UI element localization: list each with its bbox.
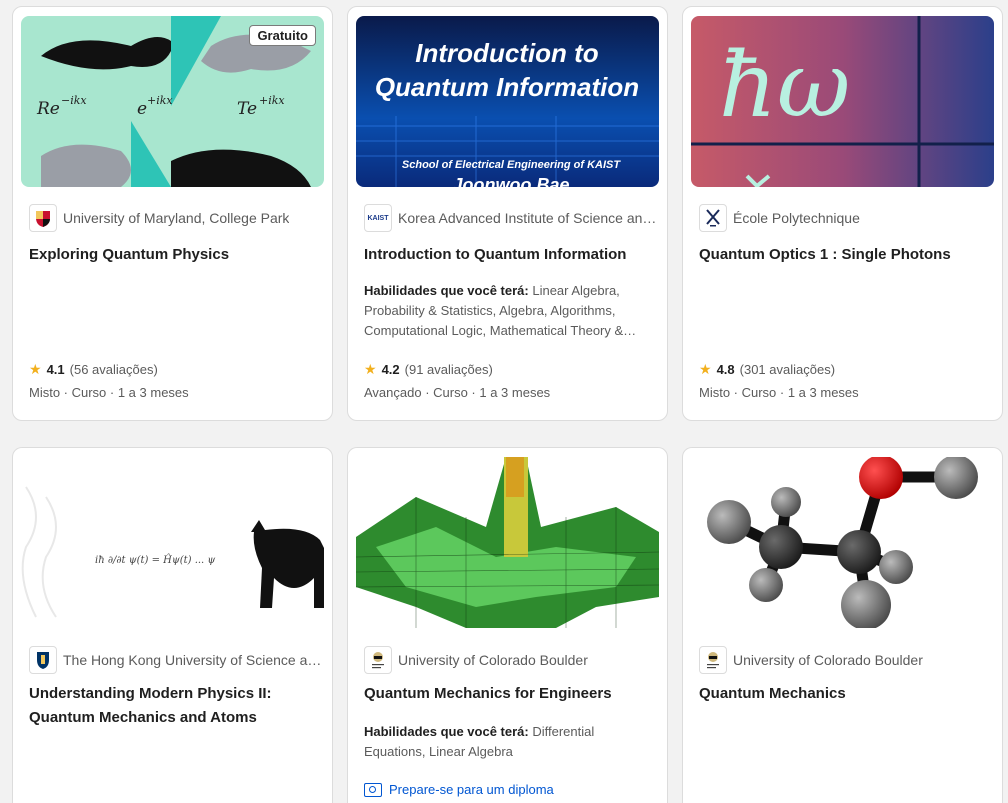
svg-text:−ikx: −ikx [61,94,87,107]
course-title[interactable]: Understanding Modern Physics II: Quantum… [29,682,319,730]
skills: Habilidades que você terá: Linear Algebr… [364,281,654,341]
svg-text:iħ ∂/∂t ψ(t) = Ĥψ(t) ... ψ: iħ ∂/∂t ψ(t) = Ĥψ(t) ... ψ [95,554,215,566]
degree-link[interactable]: Prepare-se para um diploma [364,782,554,797]
kaist-logo-text: KAIST [367,214,389,222]
partner-logo: KAIST [364,204,392,232]
partner-name: Korea Advanced Institute of Science and … [398,210,664,226]
course-card[interactable]: Re −ikx e +ikx Te +ikx Gratuito Universi… [12,6,333,421]
course-meta: Misto · Curso · 1 a 3 meses [29,385,189,400]
degree-label: Prepare-se para um diploma [389,782,554,797]
course-title[interactable]: Exploring Quantum Physics [29,243,319,267]
course-thumbnail: Introduction to Quantum Information Scho… [356,16,659,187]
partner-info: The Hong Kong University of Science and … [29,646,329,674]
course-title[interactable]: Quantum Mechanics for Engineers [364,682,654,706]
skills-label: Habilidades que você terá: [364,283,529,298]
skills: Habilidades que você terá: Differential … [364,722,654,762]
partner-info: University of Colorado Boulder [699,646,999,674]
star-icon: ★ [29,361,42,377]
partner-name: École Polytechnique [733,210,860,226]
partner-info: École Polytechnique [699,204,999,232]
svg-text:e: e [137,99,147,119]
course-meta: Avançado · Curso · 1 a 3 meses [364,385,551,400]
svg-text:Joonwoo Bae: Joonwoo Bae [452,175,569,187]
partner-logo [699,646,727,674]
partner-logo [364,646,392,674]
svg-text:Re: Re [36,99,60,119]
course-card[interactable]: University of Colorado Boulder Quantum M… [347,447,668,803]
partner-name: The Hong Kong University of Science and … [63,652,329,668]
rating: ★ 4.8 (301 avaliações) [699,361,835,378]
skills-label: Habilidades que você terá: [364,724,529,739]
course-title[interactable]: Quantum Mechanics [699,682,989,706]
svg-text:Introduction to: Introduction to [415,38,599,68]
course-thumbnail: Re −ikx e +ikx Te +ikx Gratuito [21,16,324,187]
rating: ★ 4.2 (91 avaliações) [364,361,493,378]
free-badge: Gratuito [249,25,316,46]
partner-logo [699,204,727,232]
course-card[interactable]: iħ ∂/∂t ψ(t) = Ĥψ(t) ... ψ The Hong Kong… [12,447,333,803]
svg-text:ħω: ħω [719,33,850,138]
svg-text:Te: Te [237,99,257,119]
course-thumbnail [356,457,659,628]
partner-name: University of Colorado Boulder [398,652,588,668]
course-card[interactable]: University of Colorado Boulder Quantum M… [682,447,1003,803]
course-meta: Misto · Curso · 1 a 3 meses [699,385,859,400]
star-icon: ★ [364,361,377,377]
review-count: (56 avaliações) [69,362,158,377]
course-thumbnail: iħ ∂/∂t ψ(t) = Ĥψ(t) ... ψ [21,457,324,628]
rating-score: 4.2 [381,362,400,377]
partner-logo [29,204,57,232]
partner-name: University of Colorado Boulder [733,652,923,668]
review-count: (91 avaliações) [404,362,493,377]
course-title[interactable]: Quantum Optics 1 : Single Photons [699,243,989,267]
course-thumbnail [691,457,994,628]
course-title[interactable]: Introduction to Quantum Information [364,243,654,267]
rating-score: 4.8 [716,362,735,377]
partner-info: University of Colorado Boulder [364,646,664,674]
course-card[interactable]: Introduction to Quantum Information Scho… [347,6,668,421]
degree-icon [364,782,382,797]
partner-logo [29,646,57,674]
course-thumbnail: ħω [691,16,994,187]
svg-text:+ikx: +ikx [147,94,173,107]
partner-info: University of Maryland, College Park [29,204,329,232]
star-icon: ★ [699,361,712,377]
review-count: (301 avaliações) [739,362,836,377]
svg-text:+ikx: +ikx [259,94,285,107]
svg-text:Quantum Information: Quantum Information [375,72,639,102]
rating: ★ 4.1 (56 avaliações) [29,361,158,378]
rating-score: 4.1 [46,362,65,377]
partner-info: KAIST Korea Advanced Institute of Scienc… [364,204,664,232]
svg-text:School of Electrical Engineeri: School of Electrical Engineering of KAIS… [402,159,621,171]
course-card[interactable]: ħω École Polytechnique Quantum Optics 1 … [682,6,1003,421]
partner-name: University of Maryland, College Park [63,210,290,226]
